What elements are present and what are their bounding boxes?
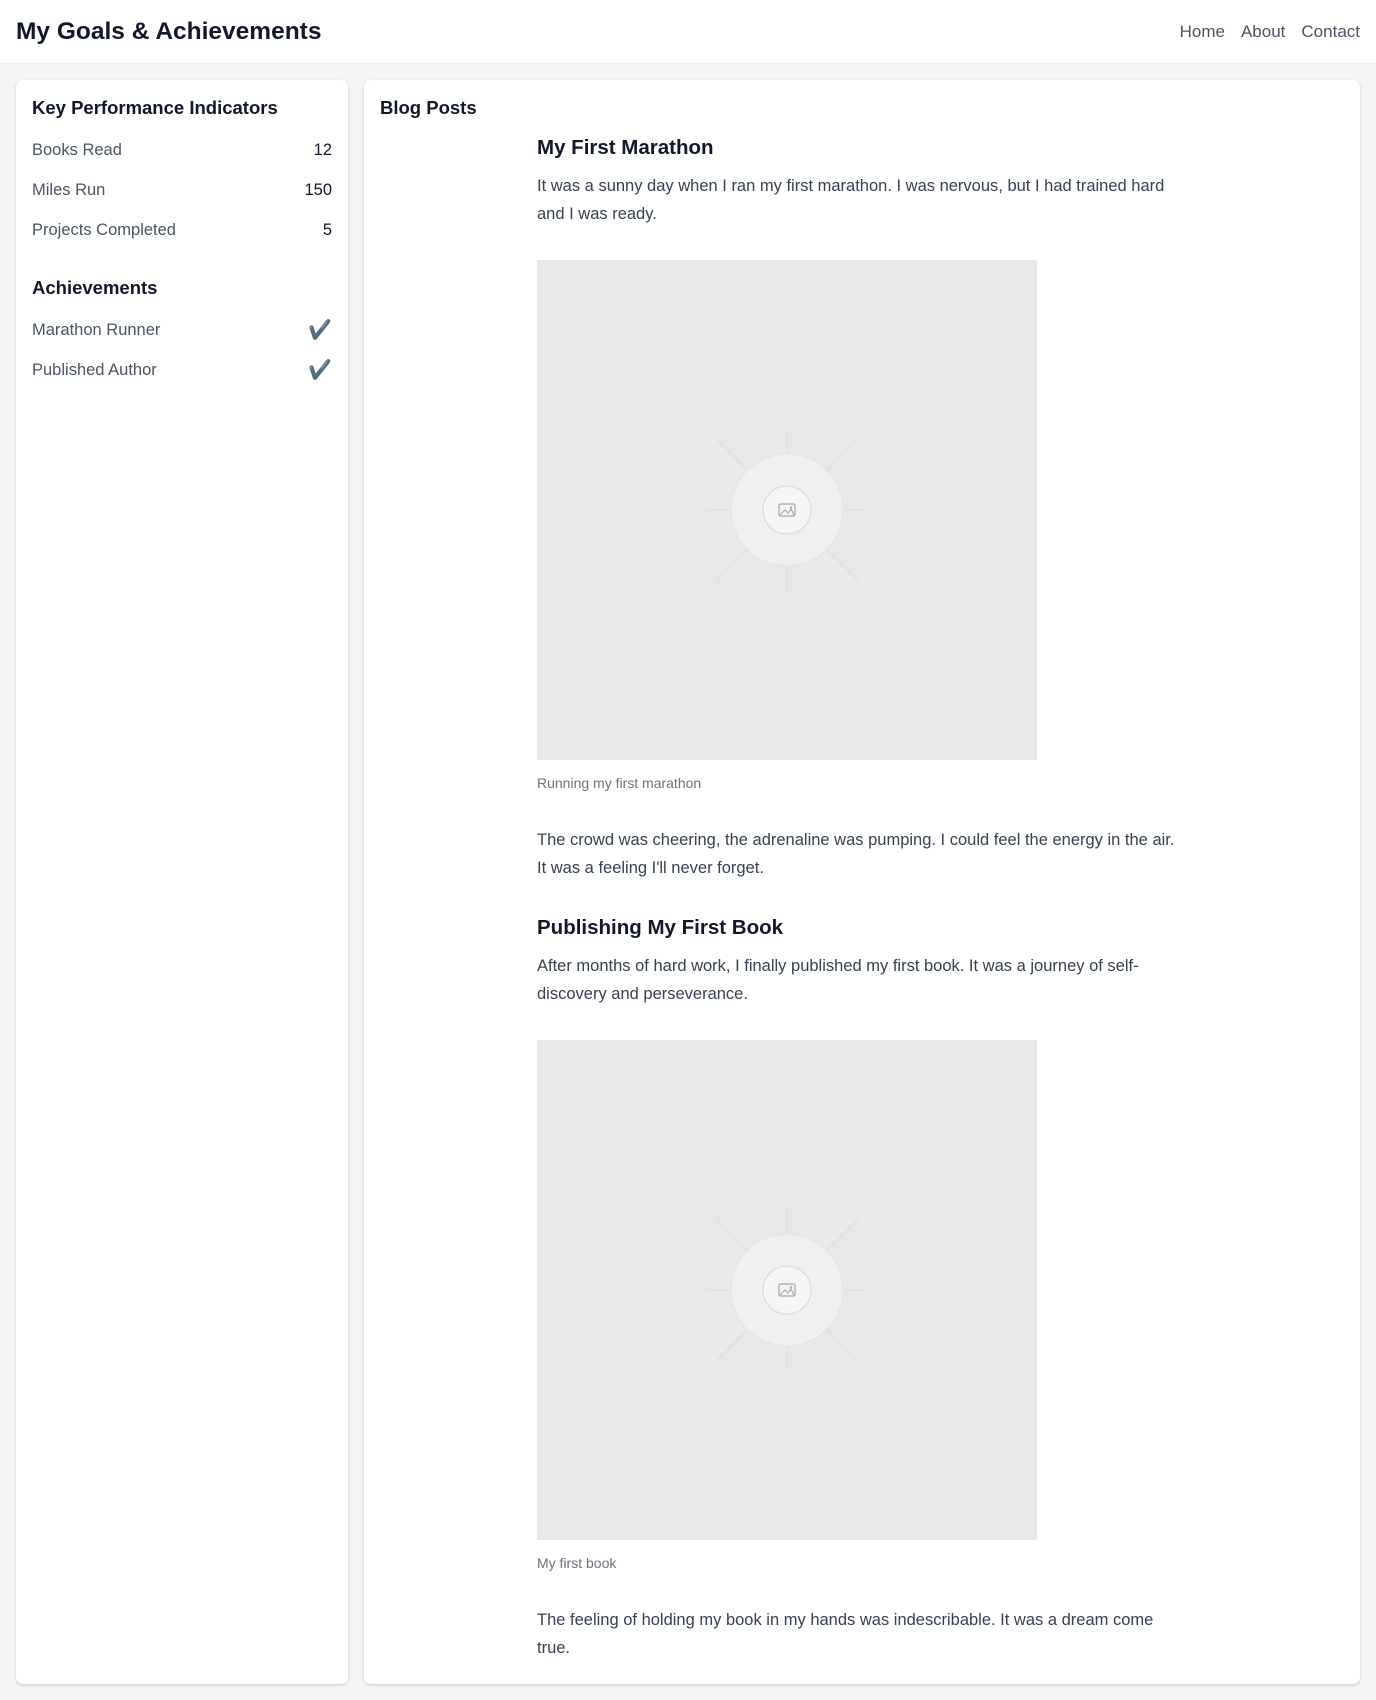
kpi-row-miles-run: Miles Run 150	[32, 170, 332, 210]
image-placeholder-icon	[707, 430, 867, 590]
post-intro: It was a sunny day when I ran my first m…	[537, 177, 1165, 223]
kpi-label: Books Read	[32, 140, 122, 159]
post-title: Publishing My First Book	[537, 916, 784, 939]
kpi-label: Miles Run	[32, 180, 106, 199]
blog-posts: My First Marathon It was a sunny day whe…	[537, 134, 1187, 1662]
kpi-row-projects-completed: Projects Completed 5	[32, 210, 332, 250]
image-placeholder	[537, 1040, 1037, 1540]
blog-heading: Blog Posts	[380, 97, 477, 118]
nav-home-link[interactable]: Home	[1180, 22, 1225, 42]
main-area: Key Performance Indicators Books Read 12…	[0, 64, 1376, 1700]
site-title: My Goals & Achievements	[16, 17, 322, 45]
achievements-heading: Achievements	[32, 277, 158, 298]
achievement-row-published-author: Published Author ✔️	[32, 350, 332, 390]
achievement-row-marathon-runner: Marathon Runner ✔️	[32, 310, 332, 350]
check-icon: ✔️	[308, 320, 332, 341]
blog-card: Blog Posts My First Marathon It was a su…	[364, 80, 1360, 1684]
kpi-label: Projects Completed	[32, 220, 176, 239]
post-title: My First Marathon	[537, 136, 714, 159]
achievement-label: Published Author	[32, 360, 157, 379]
blog-post: My First Marathon It was a sunny day whe…	[537, 134, 1187, 882]
kpi-list: Books Read 12 Miles Run 150 Projects Com…	[32, 130, 332, 250]
image-caption: My first book	[537, 1555, 617, 1571]
post-figure: My first book	[537, 1040, 1187, 1572]
main-nav: Home About Contact	[1180, 22, 1360, 42]
achievement-label: Marathon Runner	[32, 320, 161, 339]
nav-about-link[interactable]: About	[1241, 22, 1285, 42]
kpi-value: 12	[313, 140, 332, 159]
image-placeholder-icon	[707, 1210, 867, 1370]
achievements-list: Marathon Runner ✔️ Published Author ✔️	[32, 310, 332, 390]
post-figure: Running my first marathon	[537, 260, 1187, 792]
kpi-value: 150	[304, 180, 332, 199]
post-body: The feeling of holding my book in my han…	[537, 1611, 1154, 1657]
check-icon: ✔️	[308, 360, 332, 381]
nav-contact-link[interactable]: Contact	[1301, 22, 1360, 42]
post-body: The crowd was cheering, the adrenaline w…	[537, 831, 1175, 877]
kpi-row-books-read: Books Read 12	[32, 130, 332, 170]
image-placeholder	[537, 260, 1037, 760]
kpi-value: 5	[322, 220, 332, 239]
site-header: My Goals & Achievements Home About Conta…	[0, 0, 1376, 64]
kpi-heading: Key Performance Indicators	[32, 97, 278, 118]
blog-post: Publishing My First Book After months of…	[537, 914, 1187, 1662]
image-caption: Running my first marathon	[537, 775, 702, 791]
post-intro: After months of hard work, I finally pub…	[537, 957, 1139, 1003]
sidebar-card: Key Performance Indicators Books Read 12…	[16, 80, 348, 1684]
